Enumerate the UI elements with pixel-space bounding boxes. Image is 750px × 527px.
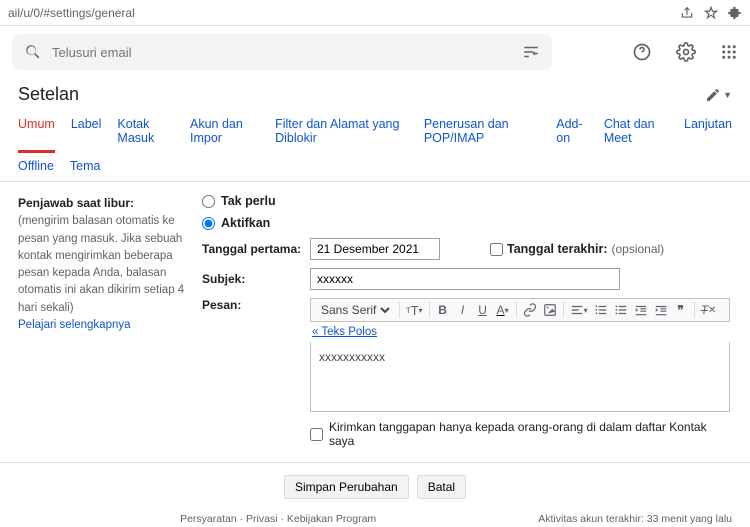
tab-akun-dan-impor[interactable]: Akun dan Impor [190, 117, 259, 153]
contacts-only-checkbox[interactable] [310, 428, 323, 441]
radio-off-input[interactable] [202, 195, 215, 208]
plain-text-link[interactable]: « Teks Polos [310, 322, 379, 342]
radio-on[interactable]: Aktifkan [202, 216, 270, 230]
underline-icon[interactable]: U [476, 303, 490, 317]
indent-more-icon[interactable] [654, 303, 668, 317]
tune-icon[interactable] [522, 43, 540, 61]
search-icon [24, 43, 42, 61]
share-icon[interactable] [680, 6, 694, 20]
settings-tabs-row1: Umum Label Kotak Masuk Akun dan Impor Filter… [0, 107, 750, 153]
indent-less-icon[interactable] [634, 303, 648, 317]
last-date-label: Tanggal terakhir: [507, 242, 607, 256]
text-color-icon[interactable]: A▾ [496, 303, 510, 317]
footer: Persyaratan · Privasi · Kebijakan Progra… [0, 511, 750, 527]
font-size-icon[interactable]: тT▾ [406, 303, 423, 318]
radio-on-input[interactable] [202, 217, 215, 230]
tab-chat-dan-meet[interactable]: Chat dan Meet [604, 117, 668, 153]
tab-penerusan-dan-pop/imap[interactable]: Penerusan dan POP/IMAP [424, 117, 540, 153]
cancel-button[interactable]: Batal [417, 475, 466, 499]
search-input[interactable] [52, 45, 522, 60]
apps-icon[interactable] [720, 43, 738, 61]
contacts-only-label: Kirimkan tanggapan hanya kepada orang-or… [329, 420, 732, 448]
link-icon[interactable] [523, 303, 537, 317]
quote-icon[interactable]: ❞ [674, 303, 688, 317]
editor-toolbar: Sans Serif тT▾ B I U A▾ ▾ [310, 298, 730, 322]
tab-umum[interactable]: Umum [18, 117, 55, 153]
italic-icon[interactable]: I [456, 303, 470, 317]
tab-tema[interactable]: Tema [70, 159, 101, 173]
numbered-list-icon[interactable] [594, 303, 608, 317]
font-family-select[interactable]: Sans Serif [317, 302, 393, 318]
gear-icon[interactable] [676, 42, 696, 62]
first-date-label: Tanggal pertama: [202, 242, 310, 256]
message-editor[interactable]: xxxxxxxxxxx [310, 342, 730, 412]
search-box[interactable] [12, 34, 552, 70]
settings-tabs-row2: Offline Tema [0, 153, 750, 182]
tab-offline[interactable]: Offline [18, 159, 54, 173]
settings-content: Penjawab saat libur: (mengirim balasan o… [0, 182, 750, 452]
action-buttons: Simpan Perubahan Batal [0, 462, 750, 511]
section-description: Penjawab saat libur: (mengirim balasan o… [18, 194, 188, 448]
page-title: Setelan [18, 84, 79, 105]
tab-lanjutan[interactable]: Lanjutan [684, 117, 732, 153]
clear-format-icon[interactable]: T✕ [701, 303, 717, 317]
subject-input[interactable] [310, 268, 620, 290]
section-form: Tak perlu Aktifkan Tanggal pertama: Tang… [202, 194, 732, 448]
radio-off[interactable]: Tak perlu [202, 194, 276, 208]
tab-kotak-masuk[interactable]: Kotak Masuk [117, 117, 174, 153]
save-button[interactable]: Simpan Perubahan [284, 475, 409, 499]
bullet-list-icon[interactable] [614, 303, 628, 317]
first-date-input[interactable] [310, 238, 440, 260]
footer-activity: Aktivitas akun terakhir: 33 menit yang l… [538, 513, 732, 525]
help-icon[interactable] [632, 42, 652, 62]
subject-label: Subjek: [202, 272, 310, 286]
align-icon[interactable]: ▾ [570, 303, 588, 317]
last-date-checkbox[interactable] [490, 243, 503, 256]
bold-icon[interactable]: B [436, 303, 450, 317]
top-bar [0, 26, 750, 78]
edit-icon[interactable]: ▼ [705, 87, 732, 103]
section-desc-text: (mengirim balasan otomatis ke pesan yang… [18, 215, 184, 313]
learn-more-link[interactable]: Pelajari selengkapnya [18, 319, 131, 331]
tab-label[interactable]: Label [71, 117, 102, 153]
url-text: ail/u/0/#settings/general [8, 6, 670, 20]
tab-filter-dan-alamat-yang-diblokir[interactable]: Filter dan Alamat yang Diblokir [275, 117, 408, 153]
footer-links[interactable]: Persyaratan · Privasi · Kebijakan Progra… [180, 513, 376, 525]
section-title: Penjawab saat libur: [18, 196, 134, 210]
star-icon[interactable] [704, 6, 718, 20]
page-header: Setelan ▼ [0, 78, 750, 107]
message-label: Pesan: [202, 298, 310, 312]
last-date-placeholder: (opsional) [611, 242, 664, 256]
image-icon[interactable] [543, 303, 557, 317]
browser-url-bar: ail/u/0/#settings/general [0, 0, 750, 26]
tab-add-on[interactable]: Add-on [556, 117, 588, 153]
extensions-icon[interactable] [728, 6, 742, 20]
